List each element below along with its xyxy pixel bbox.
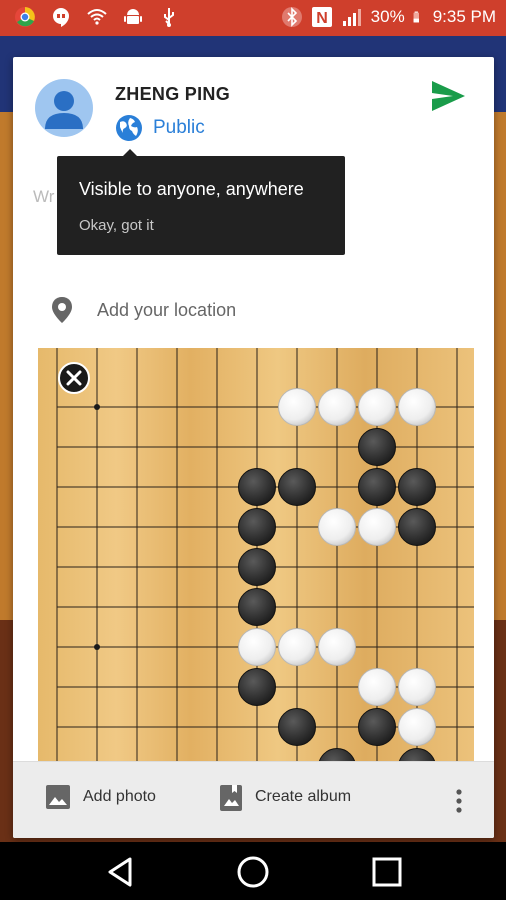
home-icon[interactable] bbox=[235, 854, 271, 890]
white-stone bbox=[238, 628, 276, 666]
white-stone bbox=[398, 388, 436, 426]
post-text-input[interactable]: Wr bbox=[33, 187, 54, 207]
white-stone bbox=[358, 668, 396, 706]
star-point bbox=[94, 644, 100, 650]
location-label: Add your location bbox=[97, 299, 237, 320]
black-stone bbox=[398, 468, 436, 506]
white-stone bbox=[278, 388, 316, 426]
battery-icon bbox=[413, 11, 419, 23]
white-stone bbox=[318, 628, 356, 666]
black-stone bbox=[238, 508, 276, 546]
share-post-dialog: ZHENG PING Public Wr Add your location A… bbox=[13, 57, 494, 838]
author-name: ZHENG PING bbox=[115, 84, 231, 104]
remove-photo-button[interactable] bbox=[58, 362, 90, 394]
more-options-icon[interactable] bbox=[449, 786, 469, 816]
audience-selector[interactable]: Public bbox=[115, 114, 205, 142]
white-stone bbox=[358, 388, 396, 426]
star-point bbox=[94, 404, 100, 410]
svg-text:N: N bbox=[316, 10, 328, 27]
audience-label: Public bbox=[153, 117, 205, 138]
nfc-icon: N bbox=[311, 7, 332, 27]
tooltip-title: Visible to anyone, anywhere bbox=[79, 179, 304, 199]
android-icon bbox=[124, 9, 142, 24]
black-stone bbox=[358, 468, 396, 506]
white-stone bbox=[358, 508, 396, 546]
send-icon[interactable] bbox=[429, 77, 467, 115]
add-photo-button[interactable]: Add photo bbox=[45, 784, 156, 810]
signal-icon bbox=[342, 9, 361, 26]
white-stone bbox=[318, 388, 356, 426]
white-stone bbox=[398, 668, 436, 706]
bluetooth-icon bbox=[281, 7, 302, 27]
status-bar: N 30% 9:35 PM bbox=[0, 0, 506, 36]
back-icon[interactable] bbox=[102, 854, 138, 890]
white-stone bbox=[278, 628, 316, 666]
black-stone bbox=[398, 508, 436, 546]
tooltip-dismiss-button[interactable]: Okay, got it bbox=[79, 217, 154, 234]
battery-percent: 30% bbox=[370, 7, 405, 26]
attached-photo bbox=[38, 348, 474, 768]
status-time: 9:35 PM bbox=[432, 7, 496, 26]
black-stone bbox=[278, 468, 316, 506]
black-stone bbox=[358, 428, 396, 466]
location-pin-icon bbox=[52, 297, 72, 323]
white-stone bbox=[318, 508, 356, 546]
navigation-bar bbox=[0, 842, 506, 900]
usb-icon bbox=[164, 8, 174, 27]
create-album-button[interactable]: Create album bbox=[219, 784, 351, 812]
create-album-label: Create album bbox=[255, 788, 352, 805]
add-photo-label: Add photo bbox=[83, 788, 156, 805]
person-icon bbox=[45, 91, 83, 129]
black-stone bbox=[238, 548, 276, 586]
audience-tooltip: Visible to anyone, anywhere Okay, got it bbox=[57, 149, 345, 255]
globe-icon bbox=[116, 115, 142, 141]
black-stone bbox=[238, 588, 276, 626]
black-stone bbox=[358, 708, 396, 746]
black-stone bbox=[238, 468, 276, 506]
hangouts-icon bbox=[53, 8, 69, 27]
black-stone bbox=[238, 668, 276, 706]
album-icon bbox=[220, 785, 242, 811]
wifi-icon bbox=[87, 9, 107, 25]
recents-icon[interactable] bbox=[369, 854, 405, 890]
white-stone bbox=[398, 708, 436, 746]
chrome-icon bbox=[15, 7, 35, 27]
avatar[interactable] bbox=[35, 79, 93, 137]
go-board-image bbox=[38, 348, 474, 768]
compose-toolbar: Add photo Create album bbox=[13, 761, 494, 838]
black-stone bbox=[278, 708, 316, 746]
image-icon bbox=[46, 785, 70, 809]
add-location-button[interactable]: Add your location bbox=[49, 295, 236, 325]
